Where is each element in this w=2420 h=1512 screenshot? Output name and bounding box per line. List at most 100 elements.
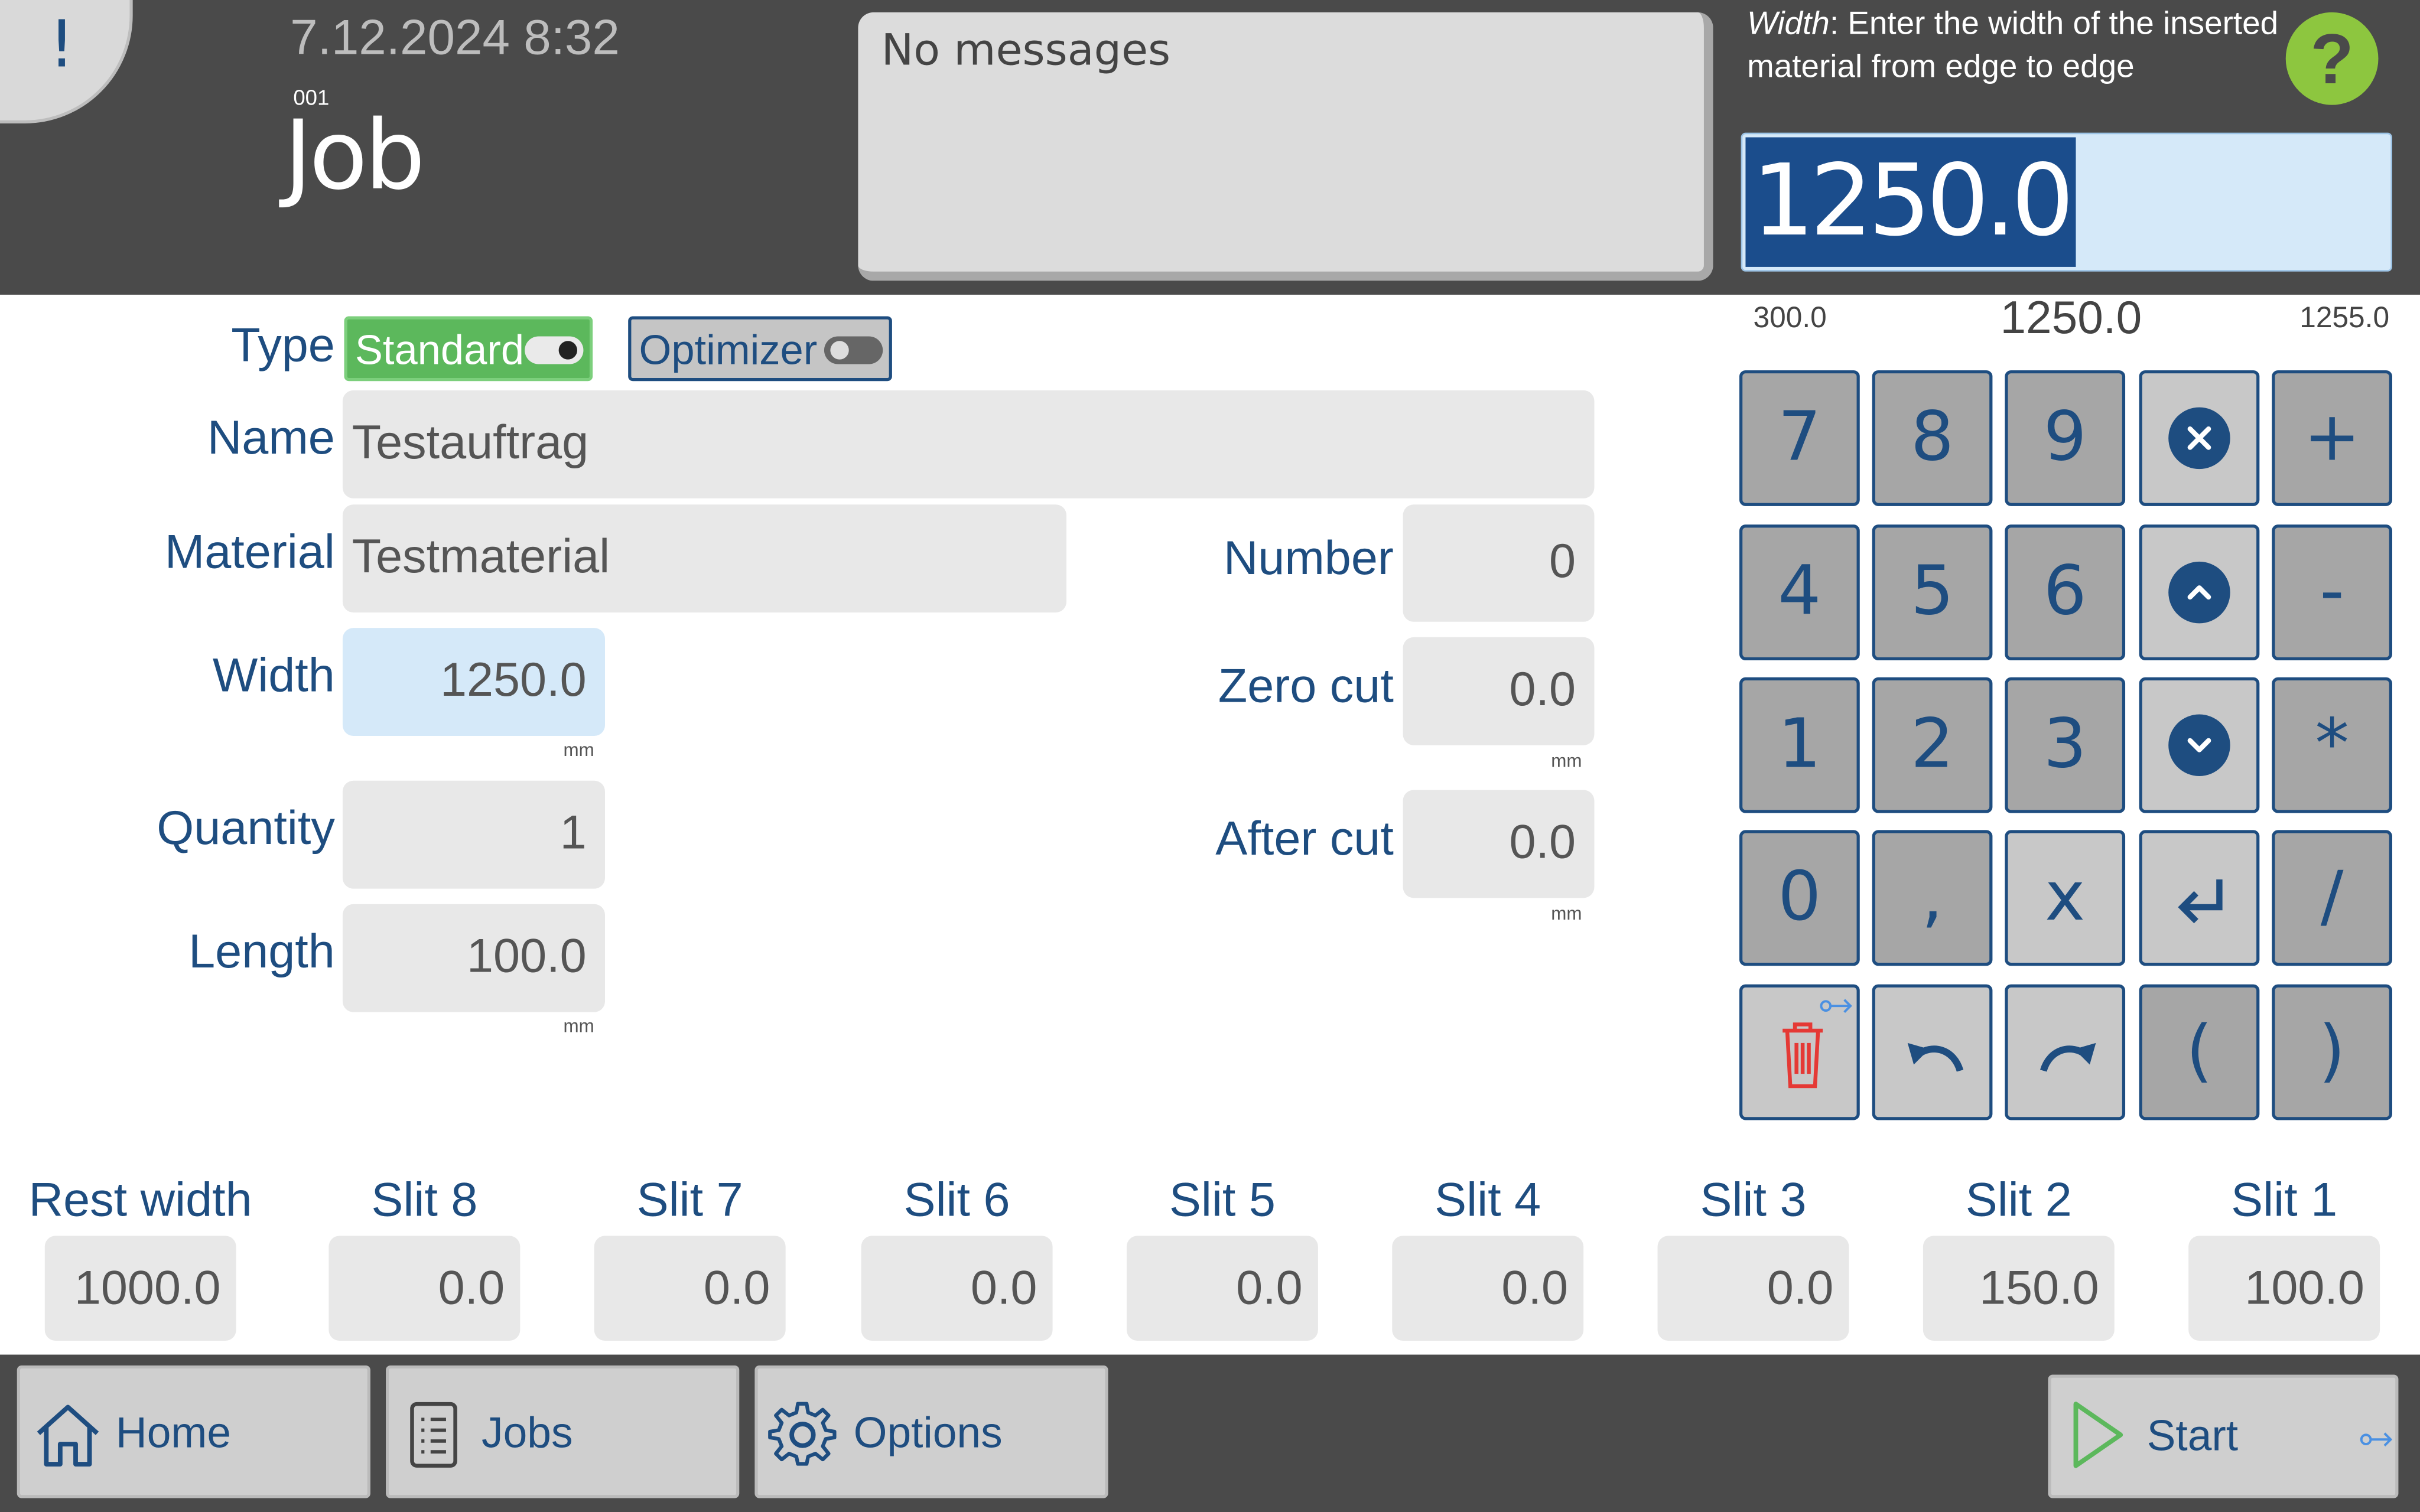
width-label: Width — [212, 648, 335, 702]
width-input[interactable]: 1250.0 — [342, 628, 606, 737]
chevron-down-icon — [2168, 714, 2230, 776]
trash-icon — [1783, 1022, 1823, 1089]
help-field-name: Width — [1747, 6, 1830, 42]
type-optimizer-label: Optimizer — [639, 327, 818, 374]
datetime: 7.12.2024 8:32 — [290, 9, 620, 65]
up-key[interactable] — [2139, 524, 2260, 661]
number-label: Number — [1223, 530, 1394, 585]
start-button[interactable]: Start — [2048, 1374, 2399, 1498]
key-9[interactable]: 9 — [2005, 370, 2126, 506]
slit-7-field[interactable]: 0.0 — [594, 1236, 786, 1341]
key-4[interactable]: 4 — [1739, 524, 1860, 661]
header-bar: ! 7.12.2024 8:32 001 Job No messages Wid… — [0, 0, 2420, 295]
help-button[interactable]: ? — [2285, 12, 2379, 105]
enter-icon — [2178, 879, 2223, 924]
rest-width-label: Rest width — [28, 1172, 252, 1227]
slit-5-field[interactable]: 0.0 — [1126, 1236, 1318, 1341]
swipe-arrow-icon — [1820, 999, 1852, 1014]
slit-3-field[interactable]: 0.0 — [1657, 1236, 1849, 1341]
after-cut-input[interactable]: 0.0 — [1403, 790, 1595, 898]
type-standard-toggle[interactable]: Standard — [344, 316, 593, 382]
keypad: 7 8 9 + 4 5 6 - 1 2 3 * 0 , x / () — [1739, 370, 2392, 1123]
jobs-button[interactable]: Jobs — [386, 1365, 740, 1498]
key-0[interactable]: 0 — [1739, 830, 1860, 966]
quantity-input[interactable]: 1 — [342, 780, 606, 889]
quantity-label: Quantity — [157, 800, 335, 855]
length-unit: mm — [563, 1015, 594, 1037]
options-label: Options — [853, 1408, 1003, 1456]
jobs-label: Jobs — [482, 1408, 573, 1456]
key-1[interactable]: 1 — [1739, 677, 1860, 813]
after-cut-unit: mm — [1551, 902, 1582, 924]
range-max: 1255.0 — [2299, 302, 2390, 335]
undo-key[interactable] — [1872, 984, 1993, 1120]
slit-5-label: Slit 5 — [1169, 1172, 1276, 1227]
clear-key[interactable] — [2139, 370, 2260, 506]
slit-6-field[interactable]: 0.0 — [861, 1236, 1053, 1341]
slit-2-label: Slit 2 — [1965, 1172, 2072, 1227]
message-box[interactable]: No messages — [858, 12, 1713, 281]
slit-8-field[interactable]: 0.0 — [328, 1236, 521, 1341]
slit-2-field[interactable]: 150.0 — [1923, 1236, 2115, 1341]
key-multiply[interactable]: * — [2272, 677, 2392, 813]
key-8[interactable]: 8 — [1872, 370, 1993, 506]
redo-icon — [2040, 1042, 2096, 1072]
home-icon — [37, 1405, 99, 1467]
range-min: 300.0 — [1753, 302, 1827, 335]
number-input[interactable]: 0 — [1403, 504, 1595, 622]
home-button[interactable]: Home — [17, 1365, 370, 1498]
zero-cut-input[interactable]: 0.0 — [1403, 637, 1595, 745]
zero-cut-label: Zero cut — [1218, 659, 1394, 713]
range-current: 1250.0 — [2000, 293, 2142, 344]
key-7[interactable]: 7 — [1739, 370, 1860, 506]
key-open-paren[interactable]: ( — [2139, 984, 2260, 1120]
key-2[interactable]: 2 — [1872, 677, 1993, 813]
type-optimizer-toggle[interactable]: Optimizer — [628, 316, 892, 382]
key-close-paren[interactable]: ) — [2272, 984, 2392, 1120]
footer-bar: Home Jobs Options Start — [0, 1354, 2420, 1512]
redo-key[interactable] — [2005, 984, 2126, 1120]
slit-6-label: Slit 6 — [903, 1172, 1010, 1227]
name-input[interactable]: Testauftrag — [342, 390, 1595, 498]
toggle-switch-off-icon — [824, 336, 883, 364]
key-plus[interactable]: + — [2272, 370, 2392, 506]
home-label: Home — [115, 1408, 232, 1456]
length-input[interactable]: 100.0 — [342, 904, 606, 1012]
material-input[interactable]: Testmaterial — [342, 504, 1067, 613]
slit-3-label: Slit 3 — [1700, 1172, 1807, 1227]
slit-4-field[interactable]: 0.0 — [1392, 1236, 1584, 1341]
type-label: Type — [231, 318, 335, 372]
entry-selected-value: 1250.0 — [1745, 137, 2076, 267]
zero-cut-unit: mm — [1551, 750, 1582, 772]
key-x[interactable]: x — [2005, 830, 2126, 966]
key-3[interactable]: 3 — [2005, 677, 2126, 813]
after-cut-label: After cut — [1215, 812, 1394, 866]
key-6[interactable]: 6 — [2005, 524, 2126, 661]
gear-icon — [768, 1402, 837, 1466]
clear-icon — [2168, 407, 2230, 470]
key-comma[interactable]: , — [1872, 830, 1993, 966]
slit-1-field[interactable]: 100.0 — [2188, 1236, 2380, 1341]
swipe-arrow-icon — [2360, 1432, 2393, 1447]
slit-8-label: Slit 8 — [371, 1172, 478, 1227]
message-text: No messages — [881, 24, 1171, 76]
name-label: Name — [207, 410, 335, 465]
undo-icon — [1907, 1042, 1964, 1072]
key-divide[interactable]: / — [2272, 830, 2392, 966]
delete-key[interactable] — [1739, 984, 1860, 1120]
value-entry-field[interactable]: 1250.0 — [1741, 132, 2392, 272]
enter-key[interactable] — [2139, 830, 2260, 966]
key-minus[interactable]: - — [2272, 524, 2392, 661]
play-icon — [2073, 1402, 2123, 1468]
document-list-icon — [410, 1402, 457, 1468]
type-standard-label: Standard — [354, 327, 525, 374]
alert-icon[interactable]: ! — [46, 6, 77, 82]
rest-width-field[interactable]: 1000.0 — [44, 1236, 236, 1341]
key-5[interactable]: 5 — [1872, 524, 1993, 661]
slit-7-label: Slit 7 — [636, 1172, 743, 1227]
material-label: Material — [164, 524, 335, 579]
options-button[interactable]: Options — [754, 1365, 1108, 1498]
start-label: Start — [2146, 1412, 2239, 1460]
width-unit: mm — [563, 739, 594, 761]
down-key[interactable] — [2139, 677, 2260, 813]
